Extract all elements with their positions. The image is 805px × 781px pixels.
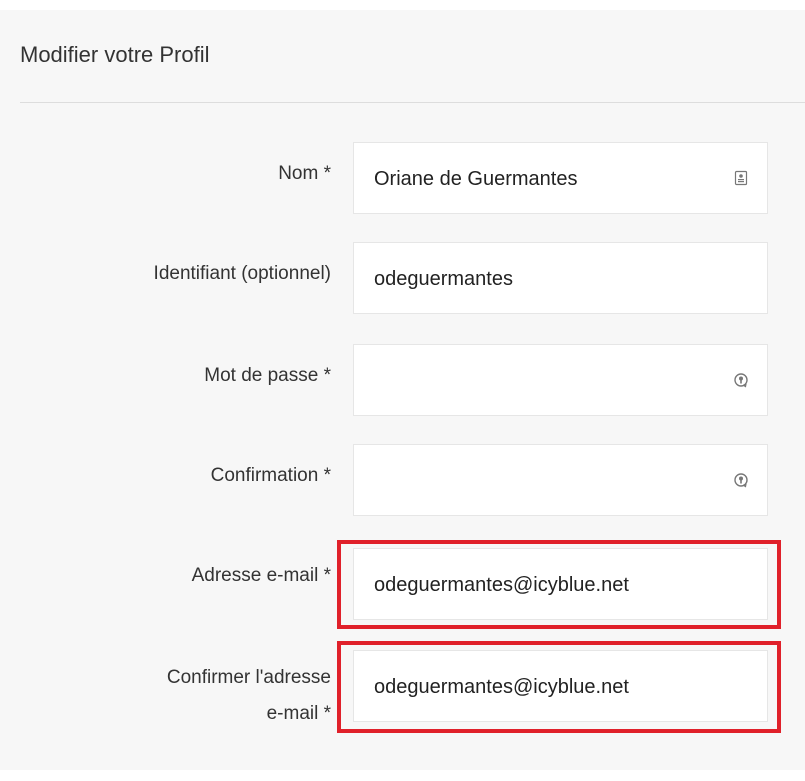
username-label: Identifiant (optionnel) xyxy=(153,263,331,284)
title-divider xyxy=(20,102,805,103)
confirm-email-label-line2: e-mail * xyxy=(266,703,331,724)
password-key-icon[interactable] xyxy=(733,472,749,488)
confirm-password-label: Confirmation * xyxy=(210,465,331,486)
page-title: Modifier votre Profil xyxy=(20,42,210,67)
confirm-email-label-line1: Confirmer l'adresse xyxy=(166,667,331,688)
email-input-value: odeguermantes@icyblue.net xyxy=(374,574,629,596)
confirm-email-input[interactable]: odeguermantes@icyblue.net xyxy=(353,650,768,722)
name-label: Nom * xyxy=(278,163,331,184)
password-label: Mot de passe * xyxy=(204,365,331,386)
username-input-value: odeguermantes xyxy=(374,268,513,290)
name-input-value: Oriane de Guermantes xyxy=(374,168,578,190)
username-input[interactable]: odeguermantes xyxy=(353,242,768,314)
password-key-icon[interactable] xyxy=(733,372,749,388)
name-input[interactable]: Oriane de Guermantes xyxy=(353,142,768,214)
email-input[interactable]: odeguermantes@icyblue.net xyxy=(353,548,768,620)
confirm-email-input-value: odeguermantes@icyblue.net xyxy=(374,676,629,698)
confirm-password-input[interactable] xyxy=(353,444,768,516)
profile-panel: Modifier votre Profil Nom * Oriane de Gu… xyxy=(0,10,805,770)
email-label: Adresse e-mail * xyxy=(191,565,331,586)
password-input[interactable] xyxy=(353,344,768,416)
contact-card-icon[interactable] xyxy=(733,170,749,186)
